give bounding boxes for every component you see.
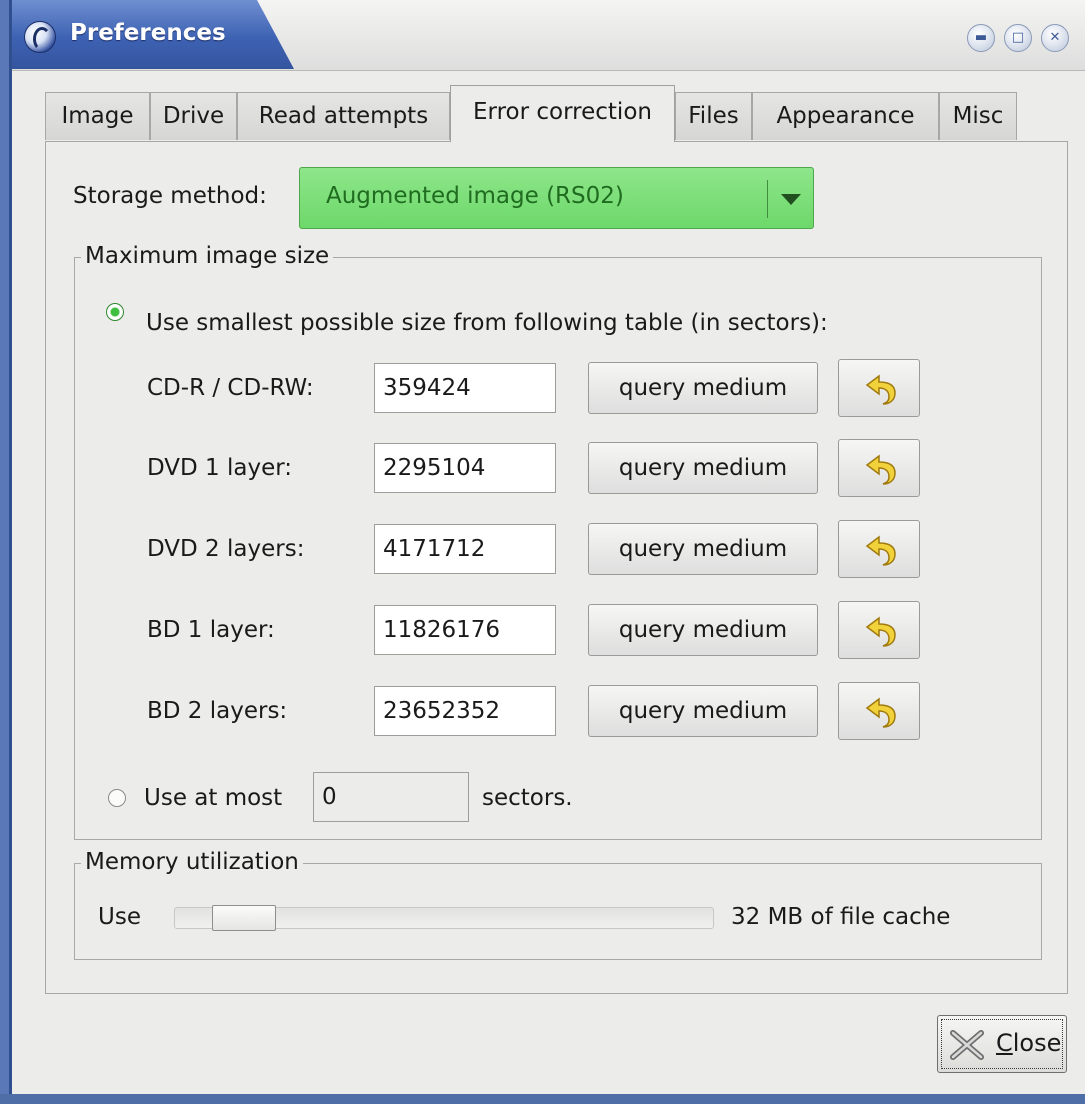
- memory-slider-thumb[interactable]: [212, 905, 277, 931]
- undo-arrow-icon: [865, 454, 896, 485]
- bd1-label: BD 1 layer:: [147, 617, 275, 643]
- tab-image[interactable]: Image: [45, 92, 150, 140]
- close-x-icon: ✕: [1049, 30, 1061, 45]
- minimize-button[interactable]: ▬: [967, 24, 995, 52]
- tab-read-attempts[interactable]: Read attempts: [237, 92, 450, 140]
- dvd1-query-medium-button[interactable]: query medium: [588, 442, 818, 494]
- use-table-label[interactable]: Use smallest possible size from followin…: [146, 310, 828, 336]
- maximize-icon: □: [1011, 30, 1025, 45]
- sectors-suffix-label: sectors.: [482, 785, 573, 811]
- undo-arrow-icon: [865, 535, 896, 566]
- maximize-button[interactable]: □: [1004, 24, 1032, 52]
- preferences-dialog: Preferences ▬ □ ✕ Image Drive Read attem…: [12, 0, 1085, 1094]
- undo-arrow-icon: [865, 374, 896, 405]
- bd2-query-medium-button[interactable]: query medium: [588, 685, 818, 737]
- bd1-reset-button[interactable]: [838, 601, 920, 659]
- storage-method-label: Storage method:: [73, 183, 267, 209]
- storage-method-combo[interactable]: Augmented image (RS02): [299, 167, 814, 229]
- close-mnemonic: C: [996, 1029, 1013, 1057]
- memory-cache-label: 32 MB of file cache: [731, 904, 951, 930]
- close-x-icon: [950, 1030, 984, 1060]
- dvd1-label: DVD 1 layer:: [147, 455, 293, 481]
- close-button-label: Close: [996, 1029, 1061, 1057]
- bd2-label: BD 2 layers:: [147, 698, 288, 724]
- dvd2-reset-button[interactable]: [838, 520, 920, 578]
- bd1-query-medium-button[interactable]: query medium: [588, 604, 818, 656]
- undo-arrow-icon: [865, 616, 896, 647]
- tab-error-correction[interactable]: Error correction: [450, 85, 675, 142]
- window-title: Preferences: [70, 20, 226, 46]
- minimize-icon: ▬: [974, 30, 988, 45]
- dvd1-reset-button[interactable]: [838, 439, 920, 497]
- bd1-sectors-input[interactable]: 11826176: [374, 605, 556, 655]
- combo-separator: [767, 180, 768, 218]
- window-bottom-edge: [0, 1094, 1085, 1104]
- dvd2-label: DVD 2 layers:: [147, 536, 305, 562]
- cd-query-medium-button[interactable]: query medium: [588, 362, 818, 414]
- dvd1-sectors-input[interactable]: 2295104: [374, 443, 556, 493]
- max-image-size-title: Maximum image size: [81, 243, 334, 269]
- close-window-button[interactable]: ✕: [1041, 24, 1069, 52]
- tab-files[interactable]: Files: [675, 92, 752, 140]
- use-at-most-label[interactable]: Use at most: [144, 785, 282, 811]
- undo-arrow-icon: [865, 697, 896, 728]
- at-most-sectors-input[interactable]: 0: [313, 772, 469, 822]
- radio-use-table[interactable]: [106, 303, 124, 321]
- memory-use-label: Use: [98, 904, 141, 930]
- cd-reset-button[interactable]: [838, 359, 920, 417]
- dvd2-sectors-input[interactable]: 4171712: [374, 524, 556, 574]
- storage-method-value: Augmented image (RS02): [326, 183, 624, 209]
- tab-misc[interactable]: Misc: [939, 92, 1017, 140]
- tab-appearance[interactable]: Appearance: [752, 92, 939, 140]
- radio-use-at-most[interactable]: [108, 789, 126, 807]
- window-left-edge: [0, 0, 12, 1104]
- app-icon[interactable]: [24, 21, 56, 53]
- dvd2-query-medium-button[interactable]: query medium: [588, 523, 818, 575]
- dropdown-arrow-icon: [781, 194, 801, 205]
- cd-sectors-input[interactable]: 359424: [374, 363, 556, 413]
- cd-label: CD-R / CD-RW:: [147, 375, 314, 401]
- title-bar[interactable]: Preferences ▬ □ ✕: [12, 0, 1085, 71]
- memory-utilization-title: Memory utilization: [81, 849, 303, 875]
- tab-drive[interactable]: Drive: [150, 92, 237, 140]
- close-button[interactable]: Close: [937, 1015, 1067, 1073]
- bd2-sectors-input[interactable]: 23652352: [374, 686, 556, 736]
- close-rest: lose: [1012, 1029, 1062, 1057]
- bd2-reset-button[interactable]: [838, 682, 920, 740]
